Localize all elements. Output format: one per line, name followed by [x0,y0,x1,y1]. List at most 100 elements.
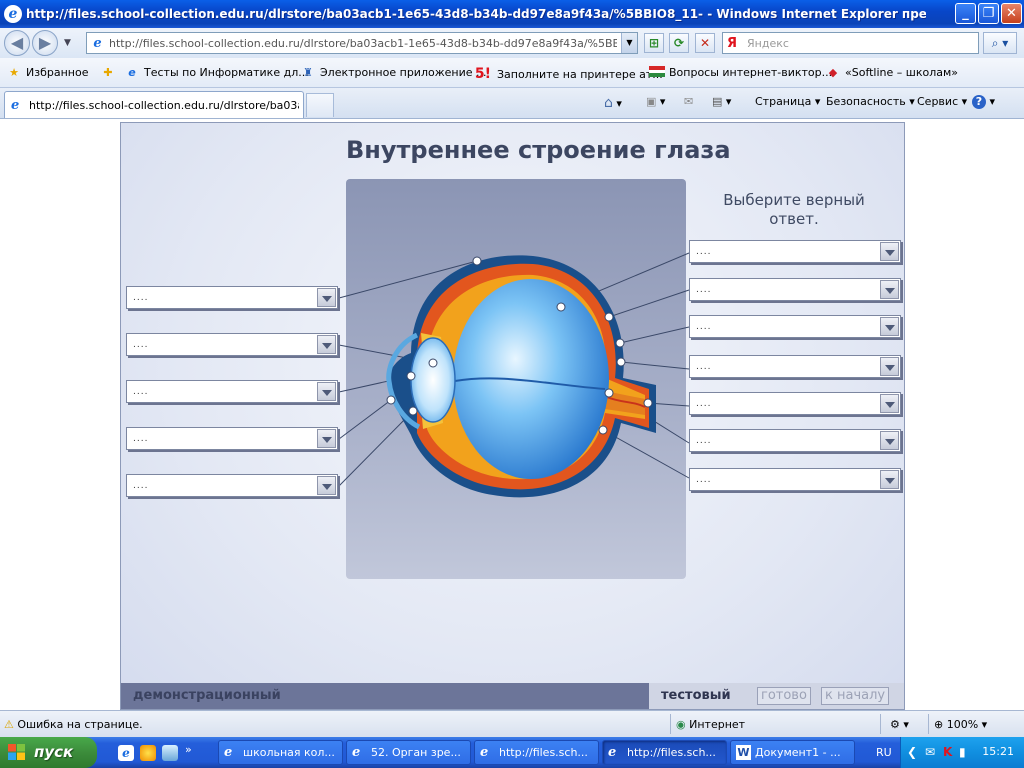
chevron-down-icon[interactable] [317,288,336,307]
search-icon: ⌕ ▾ [991,36,1009,50]
quicklaunch-desktop-icon[interactable] [162,745,178,761]
url-field[interactable]: e http://files.school-collection.edu.ru/… [86,32,638,54]
chevron-down-icon[interactable] [317,382,336,401]
url-text[interactable]: http://files.school-collection.edu.ru/dl… [109,37,617,50]
answer-dropdown-right-5[interactable]: .... [689,392,901,415]
five-logo-icon: 5! [474,66,492,82]
favorite-label: Электронное приложение ... [320,66,487,79]
start-label: пуск [34,743,74,761]
clock[interactable]: 15:21 [982,745,1014,758]
answer-dropdown-right-3[interactable]: .... [689,315,901,338]
chevron-down-icon[interactable] [880,280,899,299]
forward-button[interactable]: ▶ [32,30,58,56]
stop-icon: ✕ [699,36,711,50]
answer-dropdown-left-4[interactable]: .... [126,427,338,450]
chevron-down-icon[interactable] [880,470,899,489]
chevron-down-icon[interactable] [880,242,899,261]
new-tab-button[interactable] [306,93,334,117]
help-icon: ? [972,95,986,109]
dropdown-value: .... [133,481,149,491]
search-field[interactable]: Я Яндекс [722,32,979,54]
favorite-link-4[interactable]: Вопросы интернет-виктор... [649,66,832,79]
favorites-bar: ★ Избранное ✚ e Тесты по Информатике дл...… [0,58,1024,88]
chevron-down-icon[interactable] [880,394,899,413]
maximize-button[interactable]: ❐ [978,3,999,24]
answer-dropdown-right-1[interactable]: .... [689,240,901,263]
start-button[interactable]: пуск [0,737,97,768]
dropdown-value: .... [696,475,712,485]
taskbar-item-2[interactable]: e 52. Орган зре... [346,740,471,765]
chevron-down-icon[interactable] [880,317,899,336]
quicklaunch-ie-icon[interactable]: e [118,745,134,761]
url-dropdown-icon[interactable]: ▼ [621,33,637,53]
quicklaunch-more-icon[interactable]: » [185,743,192,756]
answer-dropdown-left-3[interactable]: .... [126,380,338,403]
task-label: школьная кол... [243,746,335,759]
zoom-icon: ⊕ [934,718,944,731]
home-button[interactable]: ⌂ ▾ [604,95,622,111]
taskbar-item-5[interactable]: W Документ1 - ... [730,740,855,765]
answer-dropdown-left-2[interactable]: .... [126,333,338,356]
volume-icon[interactable]: ▮ [959,745,966,759]
security-menu[interactable]: Безопасность ▾ [826,95,915,108]
status-divider [880,714,881,734]
chevron-down-icon[interactable] [880,431,899,450]
taskbar-item-4[interactable]: e http://files.sch... [602,740,727,765]
system-tray: ❮ ✉ K ▮ 15:21 [900,737,1024,768]
protected-mode-button[interactable]: ⚙ ▾ [890,718,909,731]
answer-dropdown-right-7[interactable]: .... [689,468,901,491]
chevron-down-icon[interactable] [317,476,336,495]
demo-mode-tab[interactable]: демонстрационный [121,683,649,709]
taskbar: пуск e » e школьная кол... e 52. Орган зре… [0,737,1024,768]
answer-dropdown-left-1[interactable]: .... [126,286,338,309]
refresh-button[interactable]: ⟳ [669,33,689,53]
mail-tray-icon[interactable]: ✉ [925,745,935,759]
chevron-down-icon[interactable] [880,357,899,376]
favorites-button[interactable]: ★ Избранное [6,66,88,79]
tab-bar: e http://files.school-collection.edu.ru/… [0,88,1024,119]
answer-dropdown-right-2[interactable]: .... [689,278,901,301]
answer-dropdown-left-5[interactable]: .... [126,474,338,497]
mail-button[interactable]: ✉ [684,95,693,108]
back-button[interactable]: ◀ [4,30,30,56]
language-indicator[interactable]: RU [876,746,892,759]
quicklaunch-media-icon[interactable] [140,745,156,761]
search-button[interactable]: ⌕ ▾ [983,32,1017,54]
zoom-control[interactable]: ⊕ 100% ▾ [934,718,987,731]
history-dropdown-icon[interactable]: ▼ [64,38,71,48]
help-button[interactable]: ? ▾ [972,95,995,109]
answer-dropdown-right-6[interactable]: .... [689,429,901,452]
kaspersky-icon[interactable]: K [943,745,952,759]
dropdown-value: .... [696,285,712,295]
favorite-label: «Softline – школам» [845,66,959,79]
test-mode-tab[interactable]: тестовый [661,688,731,704]
favorite-link-1[interactable]: e Тесты по Информатике дл... [124,66,308,79]
page-menu[interactable]: Страница ▾ [755,95,820,108]
page-icon: e [93,36,102,51]
service-menu[interactable]: Сервис ▾ [917,95,967,108]
restart-button[interactable]: к началу [821,687,890,705]
tray-expand-icon[interactable]: ❮ [907,745,917,759]
dropdown-value: .... [696,362,712,372]
page-error-status[interactable]: ⚠ Ошибка на странице. [4,718,143,731]
dropdown-value: .... [696,436,712,446]
close-button[interactable]: ✕ [1001,3,1022,24]
browser-tab[interactable]: e http://files.school-collection.edu.ru/… [4,91,304,118]
stop-button[interactable]: ✕ [695,33,715,53]
chevron-down-icon[interactable] [317,429,336,448]
taskbar-item-1[interactable]: e школьная кол... [218,740,343,765]
favorite-link-5[interactable]: ◆ «Softline – школам» [825,66,958,79]
minimize-button[interactable]: _ [955,3,976,24]
answer-dropdown-right-4[interactable]: .... [689,355,901,378]
compat-view-button[interactable]: ⊞ [644,33,664,53]
chevron-down-icon[interactable] [317,335,336,354]
back-arrow-icon: ◀ [10,33,24,52]
favorite-link-3[interactable]: 5! Заполните на принтере ат... [473,66,663,82]
forward-arrow-icon: ▶ [38,33,52,52]
taskbar-item-3[interactable]: e http://files.sch... [474,740,599,765]
print-button[interactable]: ▤ ▾ [712,95,731,108]
favorite-link-2[interactable]: ♜ Электронное приложение ... [300,66,486,79]
ready-button[interactable]: готово [757,687,811,705]
feeds-button[interactable]: ▣ ▾ [646,95,665,108]
add-favorite-button[interactable]: ✚ [100,66,120,79]
